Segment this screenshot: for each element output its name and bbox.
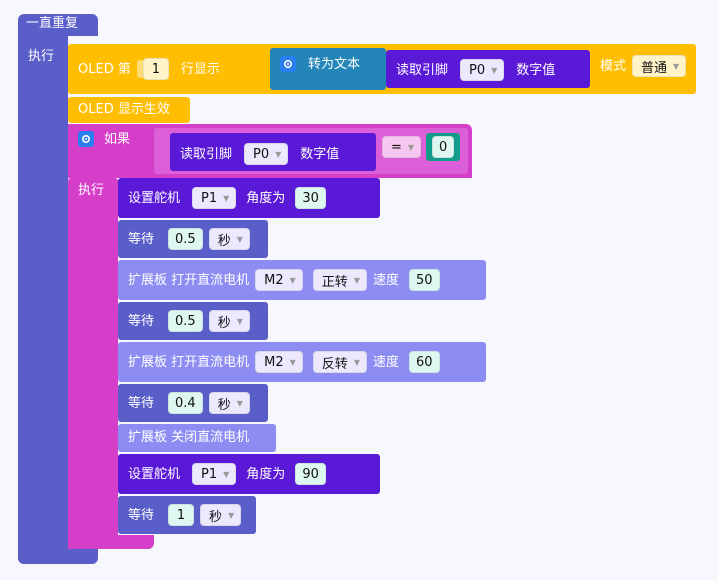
wait-label: 等待 [128,395,155,411]
if-body-left [68,178,118,544]
gear-icon[interactable] [280,56,296,72]
speed-label: 速度 [372,272,399,288]
motor-dropdown[interactable]: M2 ▼ [255,351,303,373]
compare-value-input[interactable]: 0 [432,136,455,158]
chevron-down-icon: ▼ [228,510,235,520]
chevron-down-icon: ▼ [236,398,243,408]
mode-label: 模式 [600,58,627,74]
wait-value-input[interactable]: 0.4 [168,392,203,414]
gear-icon[interactable] [78,131,94,147]
wait-value-input[interactable]: 0.5 [168,310,203,332]
wait-label: 等待 [128,507,155,523]
servo-pin-dropdown[interactable]: P1 ▼ [192,187,237,209]
chevron-down-icon: ▼ [491,65,498,75]
time-unit-dropdown[interactable]: 秒 ▼ [208,392,250,414]
wait-label: 等待 [128,231,155,247]
direction-dropdown[interactable]: 反转 ▼ [312,351,367,373]
chevron-down-icon: ▼ [289,275,296,285]
speed-input[interactable]: 60 [408,351,440,373]
angle-input[interactable]: 30 [295,187,326,209]
servo-pin-dropdown[interactable]: P1 ▼ [192,463,237,485]
chevron-down-icon: ▼ [353,275,360,285]
chevron-down-icon: ▼ [275,149,282,159]
if-digital-label: 数字值 [300,146,340,162]
chevron-down-icon: ▼ [223,469,230,479]
chevron-down-icon: ▼ [223,193,230,203]
motor-off-label: 扩展板 关闭直流电机 [128,430,250,445]
speed-label: 速度 [372,354,399,370]
angle-label: 角度为 [246,466,286,482]
servo-label: 设置舵机 [128,466,181,482]
chevron-down-icon: ▼ [353,357,360,367]
if-do-label: 执行 [78,183,105,198]
if-label: 如果 [104,131,131,147]
chevron-down-icon: ▼ [236,316,243,326]
servo-label: 设置舵机 [128,190,181,206]
motor-on-label: 扩展板 打开直流电机 [128,272,250,288]
operator-dropdown[interactable]: = ▼ [382,136,422,158]
wait-label: 等待 [128,313,155,329]
wait-value-input[interactable]: 0.5 [168,228,203,250]
mode-dropdown[interactable]: 普通 ▼ [632,55,687,77]
wait-value-input[interactable]: 1 [168,504,195,526]
direction-dropdown[interactable]: 正转 ▼ [312,269,367,291]
chevron-down-icon: ▼ [236,234,243,244]
forever-do-label: 执行 [28,49,55,64]
chevron-down-icon: ▼ [673,61,680,71]
forever-label: 一直重复 [26,16,79,31]
motor-on-label: 扩展板 打开直流电机 [128,354,250,370]
angle-label: 角度为 [246,190,286,206]
time-unit-dropdown[interactable]: 秒 ▼ [208,228,250,250]
time-unit-dropdown[interactable]: 秒 ▼ [208,310,250,332]
chevron-down-icon: ▼ [289,357,296,367]
oled-suffix-label: 行显示 [180,61,220,77]
speed-input[interactable]: 50 [408,269,440,291]
if-bottom [68,535,154,549]
angle-input[interactable]: 90 [295,463,326,485]
read-pin-label: 读取引脚 [396,62,449,78]
oled-prefix-label: OLED 第 [78,61,131,77]
to-text-label: 转为文本 [308,56,361,72]
chevron-down-icon: ▼ [407,142,415,152]
oled-row-input[interactable]: 1 [142,58,169,80]
digital-label: 数字值 [516,62,556,78]
forever-body-left [18,36,68,564]
time-unit-dropdown[interactable]: 秒 ▼ [200,504,242,526]
motor-dropdown[interactable]: M2 ▼ [255,269,303,291]
if-pin-dropdown[interactable]: P0 ▼ [244,143,289,165]
if-read-pin-label: 读取引脚 [180,146,233,162]
pin-dropdown[interactable]: P0 ▼ [460,59,505,81]
forever-bottom [18,548,98,564]
oled-apply-label: OLED 显示生效 [78,102,170,117]
